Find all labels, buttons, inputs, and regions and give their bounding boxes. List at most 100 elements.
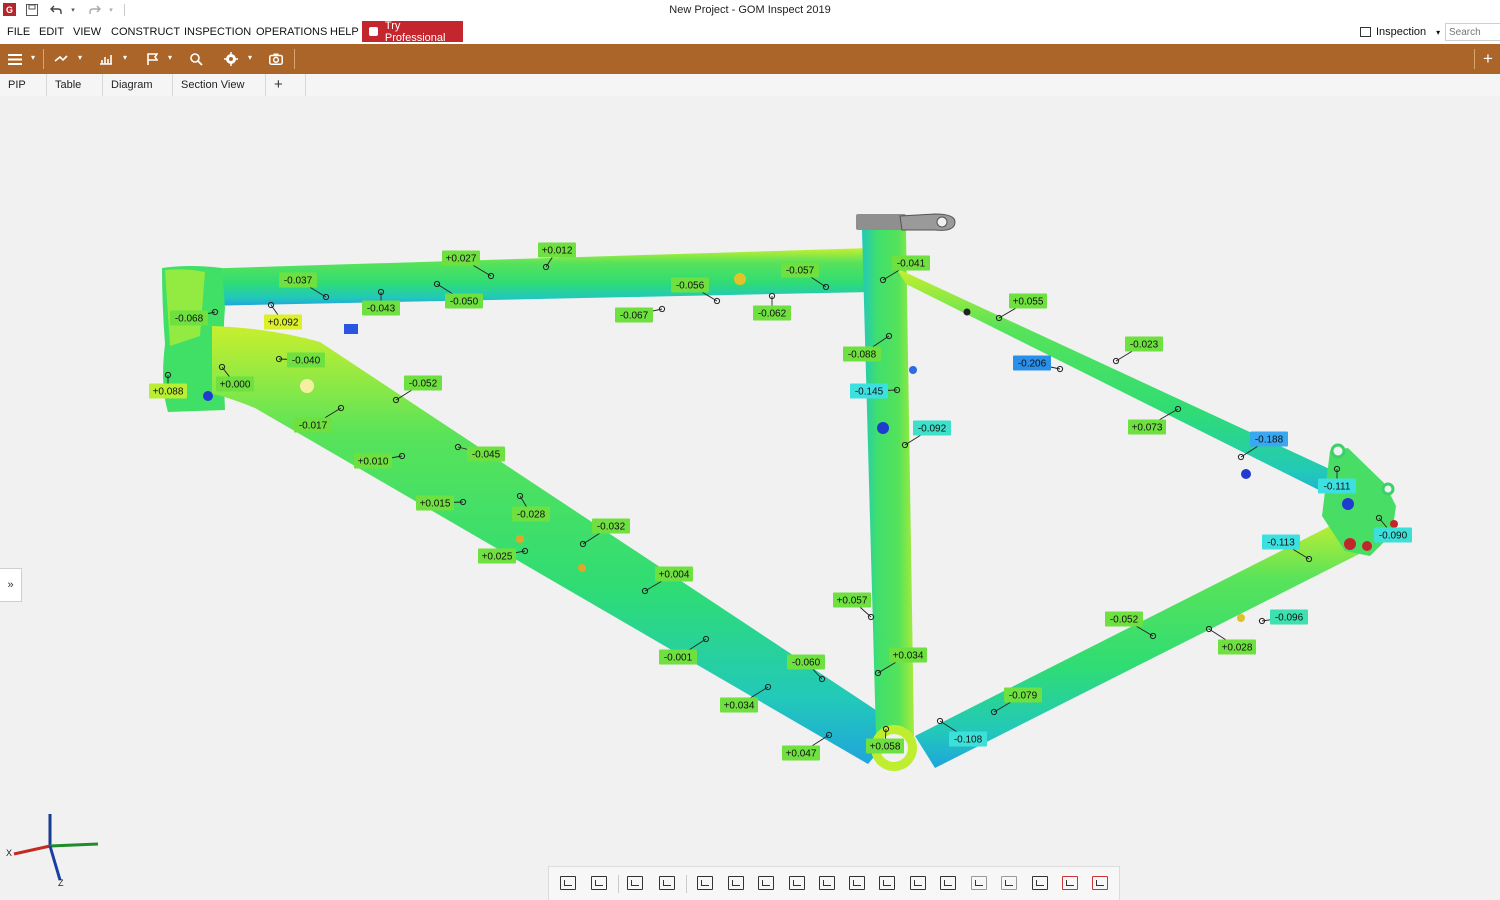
deviation-value: +0.057 [837, 596, 868, 607]
grid-icon[interactable] [971, 876, 987, 890]
menu-help[interactable]: HELP [330, 26, 359, 38]
export-icon[interactable] [1092, 876, 1108, 890]
frame-icon[interactable] [910, 876, 926, 890]
zoom-icon[interactable] [187, 48, 205, 70]
split-view-icon[interactable] [659, 876, 675, 890]
deviation-value: +0.073 [1132, 423, 1163, 434]
chevron-down-icon[interactable]: ▾ [123, 53, 127, 62]
axis-triad: X Z [6, 814, 99, 888]
workspace-selector[interactable]: Inspection ▾ [1360, 26, 1440, 38]
x-axis-label: X [6, 848, 12, 858]
align-middle-icon[interactable] [758, 876, 774, 890]
link-icon[interactable] [879, 876, 895, 890]
deviation-value: +0.092 [268, 318, 299, 329]
seat-collar [856, 214, 906, 230]
menu-edit[interactable]: EDIT [39, 26, 64, 38]
deviation-value: -0.067 [620, 311, 649, 322]
navigation-icon[interactable] [222, 48, 240, 70]
deviation-value: -0.028 [517, 510, 546, 521]
workspace-icon [1360, 27, 1371, 37]
add-tab-button[interactable]: + [266, 74, 306, 96]
deviation-value: -0.040 [292, 356, 321, 367]
hamburger-menu-icon[interactable] [6, 48, 24, 70]
frame-deviation-scene[interactable]: X Z +0.027 +0.012 -0.037 -0.043 -0.050 -0.056… [0, 96, 1500, 900]
flag-icon[interactable] [143, 48, 161, 70]
deviation-label[interactable]: -0.062 [753, 292, 791, 321]
deviation-value: +0.088 [153, 387, 184, 398]
deviation-value: +0.047 [786, 749, 817, 760]
chart-icon[interactable] [97, 48, 115, 70]
title-bar: G ▾ ▾ New Project - GOM Inspect 2019 [0, 0, 1500, 20]
section-plane-icon[interactable] [591, 876, 607, 890]
deviation-value: -0.145 [855, 387, 884, 398]
alignment-icon[interactable] [52, 48, 70, 70]
page-icon[interactable] [940, 876, 956, 890]
deviation-value: +0.015 [420, 499, 451, 510]
clear-icon[interactable] [1062, 876, 1078, 890]
menu-operations[interactable]: OPERATIONS [256, 26, 327, 38]
deviation-label[interactable]: -0.092 [901, 420, 951, 449]
deviation-label[interactable]: +0.092 [264, 301, 302, 330]
head-tube-highlight [165, 269, 205, 346]
align-bottom-icon[interactable] [697, 876, 713, 890]
view-mode-icon[interactable] [560, 876, 576, 890]
deviation-label[interactable]: +0.055 [995, 293, 1047, 322]
deviation-value: -0.088 [848, 350, 877, 361]
deviation-label[interactable]: -0.067 [615, 305, 666, 323]
divider [1474, 49, 1475, 69]
view-angle-icon[interactable] [849, 876, 865, 890]
tab-diagram[interactable]: Diagram [103, 74, 173, 96]
deviation-label[interactable]: -0.096 [1258, 609, 1308, 625]
deviation-value: -0.113 [1267, 538, 1295, 549]
menu-inspection[interactable]: INSPECTION [184, 26, 251, 38]
deviation-label[interactable]: +0.028 [1205, 625, 1256, 655]
deviation-value: -0.068 [175, 314, 204, 325]
chevron-down-icon[interactable]: ▾ [248, 53, 252, 62]
fit-view-icon[interactable] [1001, 876, 1017, 890]
deviation-label[interactable]: +0.057 [833, 592, 875, 621]
menu-file[interactable]: FILE [7, 26, 30, 38]
view-tabs: PIP Table Diagram Section View + [0, 74, 1500, 97]
deviation-value: -0.206 [1018, 359, 1047, 370]
chevron-down-icon[interactable]: ▾ [31, 53, 35, 62]
seat-stay [896, 268, 1362, 508]
chevron-down-icon[interactable]: ▾ [168, 53, 172, 62]
deviation-value: -0.057 [786, 266, 815, 277]
camera-icon[interactable] [267, 48, 285, 70]
deviation-value: +0.025 [482, 552, 513, 563]
tab-table[interactable]: Table [47, 74, 103, 96]
chevron-down-icon[interactable]: ▾ [78, 53, 82, 62]
menu-construct[interactable]: CONSTRUCT [111, 26, 180, 38]
deviation-label[interactable]: -0.023 [1112, 336, 1163, 365]
deviation-value: -0.050 [450, 297, 479, 308]
tab-section-view[interactable]: Section View [173, 74, 266, 96]
deviation-value: -0.001 [664, 653, 693, 664]
check-icon[interactable] [1032, 876, 1048, 890]
align-center-icon[interactable] [728, 876, 744, 890]
divider [618, 875, 619, 893]
deviation-value: -0.056 [676, 281, 705, 292]
dropout-hole [1330, 443, 1346, 459]
add-toolbar-button[interactable]: + [1478, 48, 1498, 70]
deviation-value: -0.188 [1255, 435, 1284, 446]
view-front-icon[interactable] [789, 876, 805, 890]
chain-stay [915, 516, 1375, 768]
deviation-value: -0.108 [954, 735, 983, 746]
view-side-icon[interactable] [819, 876, 835, 890]
divider [43, 49, 44, 69]
tab-pip[interactable]: PIP [0, 74, 47, 96]
panel-expander-button[interactable]: » [0, 568, 22, 602]
menu-bar: FILE EDIT VIEW CONSTRUCT INSPECTION OPER… [0, 20, 1500, 44]
try-professional-button[interactable]: Try Professional [362, 20, 463, 44]
divider [294, 49, 295, 69]
3d-viewport[interactable]: X Z +0.027 +0.012 -0.037 -0.043 -0.050 -0.056… [0, 96, 1500, 900]
deviation-value: -0.092 [918, 424, 947, 435]
search-input[interactable] [1445, 23, 1500, 41]
deviation-value: -0.017 [299, 421, 328, 432]
select-icon[interactable] [627, 876, 643, 890]
workspace-label: Inspection [1376, 26, 1427, 38]
menu-view[interactable]: VIEW [73, 26, 101, 38]
deviation-value: -0.096 [1275, 613, 1304, 624]
deviation-value: -0.090 [1379, 531, 1408, 542]
deviation-value: +0.034 [893, 651, 924, 662]
